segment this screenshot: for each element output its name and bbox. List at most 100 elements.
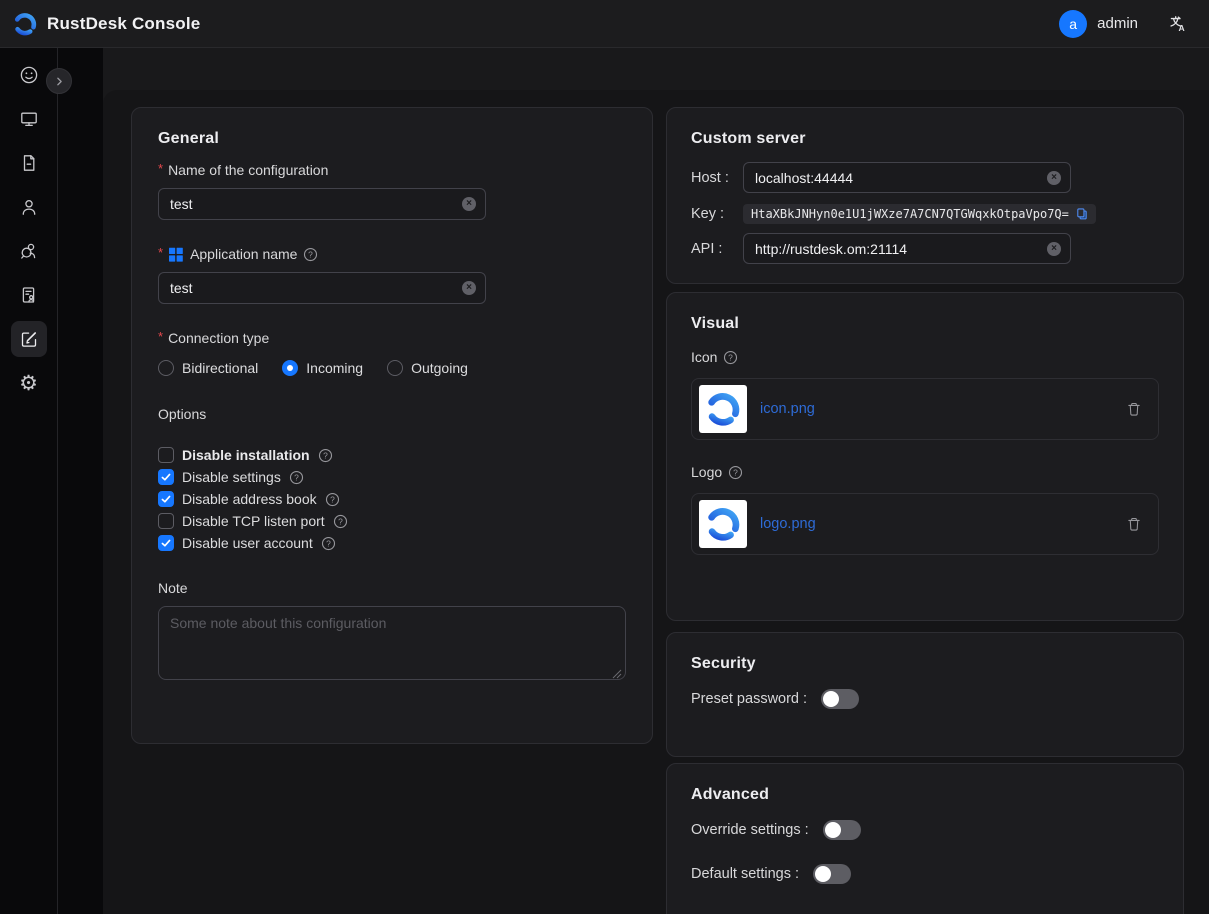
- sidebar-item-users[interactable]: [11, 189, 47, 225]
- svg-text:?: ?: [309, 249, 314, 259]
- api-row: API : ×: [691, 233, 1159, 264]
- required-asterisk: *: [158, 329, 163, 344]
- translate-icon: A: [1168, 14, 1187, 33]
- clear-icon[interactable]: ×: [1047, 171, 1061, 185]
- radio-incoming[interactable]: Incoming: [282, 360, 363, 376]
- config-name-label: * Name of the configuration: [158, 162, 626, 178]
- default-settings-row: Default settings :: [691, 864, 1159, 884]
- application-name-input[interactable]: [170, 280, 462, 296]
- language-switcher-button[interactable]: A: [1168, 14, 1187, 33]
- sidebar-item-dashboard[interactable]: [11, 57, 47, 93]
- note-textarea[interactable]: [158, 606, 626, 680]
- clear-icon[interactable]: ×: [462, 197, 476, 211]
- application-name-label: * Application name: [158, 246, 626, 262]
- preset-password-toggle[interactable]: [821, 689, 859, 709]
- connection-type-group: Bidirectional Incoming Outgoing: [158, 360, 626, 376]
- checkbox-control[interactable]: [158, 491, 174, 507]
- sidebar-item-custom-client[interactable]: [11, 321, 47, 357]
- sidebar-item-sessions[interactable]: [11, 145, 47, 181]
- advanced-title: Advanced: [691, 786, 1159, 804]
- smiley-icon: [19, 65, 39, 85]
- host-row: Host : ×: [691, 162, 1159, 193]
- sidebar: ⚙: [0, 48, 58, 914]
- topbar: RustDesk Console a admin A: [0, 0, 1209, 48]
- help-icon[interactable]: ?: [318, 448, 333, 463]
- logo-label: Logo ?: [691, 464, 1159, 480]
- visual-title: Visual: [691, 315, 1159, 333]
- sidebar-expand-button[interactable]: [46, 68, 72, 94]
- delete-icon-button[interactable]: [1126, 401, 1142, 417]
- icon-upload-item: icon.png: [691, 378, 1159, 440]
- user-avatar[interactable]: a: [1059, 10, 1087, 38]
- copy-icon: [1075, 207, 1089, 221]
- default-settings-toggle[interactable]: [813, 864, 851, 884]
- checkbox-control[interactable]: [158, 447, 174, 463]
- help-icon[interactable]: ?: [728, 465, 743, 480]
- host-input[interactable]: [755, 170, 1047, 186]
- config-name-field[interactable]: ×: [158, 188, 486, 220]
- help-icon[interactable]: ?: [303, 247, 318, 262]
- checkbox-control[interactable]: [158, 469, 174, 485]
- api-field[interactable]: ×: [743, 233, 1071, 264]
- api-input[interactable]: [755, 241, 1047, 257]
- license-doc-icon: [19, 285, 39, 305]
- advanced-card: Advanced Override settings : Default set…: [666, 763, 1184, 914]
- key-value: HtaXBkJNHyn0e1U1jWXze7A7CN7QTGWqxkOtpaVp…: [751, 207, 1069, 221]
- user-name[interactable]: admin: [1097, 15, 1138, 32]
- override-settings-toggle[interactable]: [823, 820, 861, 840]
- checkbox-control[interactable]: [158, 513, 174, 529]
- option-disable-installation[interactable]: Disable installation ?: [158, 444, 626, 466]
- brand[interactable]: RustDesk Console: [12, 11, 200, 37]
- connection-type-label: * Connection type: [158, 330, 626, 346]
- option-disable-settings[interactable]: Disable settings ?: [158, 466, 626, 488]
- key-row: Key : HtaXBkJNHyn0e1U1jWXze7A7CN7QTGWqxk…: [691, 204, 1159, 224]
- clear-icon[interactable]: ×: [462, 281, 476, 295]
- application-name-field[interactable]: ×: [158, 272, 486, 304]
- preset-password-row: Preset password :: [691, 689, 1159, 709]
- logo-thumbnail: [699, 500, 747, 548]
- radio-bidirectional[interactable]: Bidirectional: [158, 360, 258, 376]
- collapsed-subnav: [58, 48, 103, 914]
- help-icon[interactable]: ?: [723, 350, 738, 365]
- svg-text:?: ?: [729, 352, 734, 362]
- sidebar-item-groups[interactable]: [11, 233, 47, 269]
- copy-key-button[interactable]: [1075, 207, 1089, 221]
- option-disable-user-account[interactable]: Disable user account ?: [158, 532, 626, 554]
- sidebar-item-audit[interactable]: [11, 277, 47, 313]
- sidebar-item-settings[interactable]: ⚙: [11, 365, 47, 401]
- option-disable-tcp-listen-port[interactable]: Disable TCP listen port ?: [158, 510, 626, 532]
- content-header-strip: [103, 48, 1209, 90]
- custom-server-card: Custom server Host : × Key : HtaXBkJNHy: [666, 107, 1184, 284]
- clear-icon[interactable]: ×: [1047, 242, 1061, 256]
- checkbox-control[interactable]: [158, 535, 174, 551]
- icon-file-link[interactable]: icon.png: [760, 401, 815, 417]
- note-field: [158, 606, 626, 685]
- logo-file-link[interactable]: logo.png: [760, 516, 816, 532]
- config-name-input[interactable]: [170, 196, 462, 212]
- radio-outgoing[interactable]: Outgoing: [387, 360, 468, 376]
- icon-thumbnail: [699, 385, 747, 433]
- radio-control[interactable]: [387, 360, 403, 376]
- svg-text:?: ?: [338, 516, 343, 526]
- override-settings-label: Override settings :: [691, 822, 809, 838]
- user-search-icon: [19, 241, 39, 261]
- key-label: Key :: [691, 206, 743, 222]
- general-title: General: [158, 130, 626, 148]
- help-icon[interactable]: ?: [325, 492, 340, 507]
- option-disable-address-book[interactable]: Disable address book ?: [158, 488, 626, 510]
- host-field[interactable]: ×: [743, 162, 1071, 193]
- options-label: Options: [158, 406, 626, 422]
- sidebar-item-devices[interactable]: [11, 101, 47, 137]
- radio-control[interactable]: [282, 360, 298, 376]
- help-icon[interactable]: ?: [321, 536, 336, 551]
- settings-gear-icon: ⚙: [19, 373, 38, 394]
- help-icon[interactable]: ?: [289, 470, 304, 485]
- svg-text:?: ?: [733, 467, 738, 477]
- help-icon[interactable]: ?: [333, 514, 348, 529]
- svg-text:?: ?: [323, 450, 328, 460]
- trash-icon: [1126, 516, 1142, 532]
- svg-text:?: ?: [326, 538, 331, 548]
- security-title: Security: [691, 655, 1159, 673]
- delete-logo-button[interactable]: [1126, 516, 1142, 532]
- radio-control[interactable]: [158, 360, 174, 376]
